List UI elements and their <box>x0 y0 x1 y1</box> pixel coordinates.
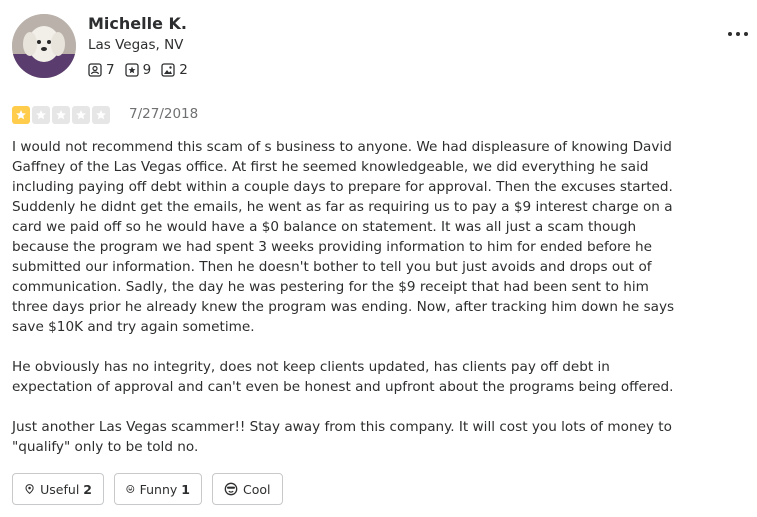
useful-label: Useful <box>40 481 80 497</box>
review-paragraph: Just another Las Vegas scammer!! Stay aw… <box>12 419 672 455</box>
avatar-photo <box>12 14 76 78</box>
avatar[interactable] <box>12 14 76 78</box>
user-stats: 7 9 2 <box>88 62 198 78</box>
star-icon <box>12 106 30 124</box>
reviews-count: 9 <box>142 62 152 78</box>
user-location: Las Vegas, NV <box>88 37 184 53</box>
review-date: 7/27/2018 <box>129 106 199 122</box>
useful-count: 2 <box>83 481 92 497</box>
review-paragraph: I would not recommend this scam of s bus… <box>12 139 675 335</box>
photos-icon <box>161 63 175 77</box>
more-options-button[interactable] <box>724 22 752 46</box>
star-icon <box>92 106 110 124</box>
review-card: Michelle K. Las Vegas, NV 7 9 2 7/27/201… <box>0 0 757 517</box>
star-icon <box>72 106 90 124</box>
review-text: I would not recommend this scam of s bus… <box>12 137 684 457</box>
reviews-stat: 9 <box>124 62 152 78</box>
funny-button[interactable]: Funny 1 <box>114 473 202 505</box>
star-icon <box>32 106 50 124</box>
funny-count: 1 <box>181 481 190 497</box>
star-icon <box>52 106 70 124</box>
user-name[interactable]: Michelle K. <box>88 14 187 33</box>
photos-stat: 2 <box>161 62 188 78</box>
funny-label: Funny <box>139 481 178 497</box>
friends-stat: 7 <box>88 62 115 78</box>
review-paragraph: He obviously has no integrity, does not … <box>12 359 674 395</box>
friends-icon <box>88 63 102 77</box>
friends-count: 7 <box>106 62 115 78</box>
cool-icon <box>224 482 238 496</box>
useful-icon <box>25 484 34 495</box>
photos-count: 2 <box>179 62 188 78</box>
more-options-icon <box>728 32 748 36</box>
useful-button[interactable]: Useful 2 <box>12 473 104 505</box>
cool-label: Cool <box>243 481 271 497</box>
cool-button[interactable]: Cool <box>212 473 283 505</box>
reviews-star-icon <box>124 63 139 77</box>
star-rating <box>12 106 112 124</box>
reaction-buttons: Useful 2 Funny 1 Cool <box>12 473 293 505</box>
funny-icon <box>126 485 135 493</box>
